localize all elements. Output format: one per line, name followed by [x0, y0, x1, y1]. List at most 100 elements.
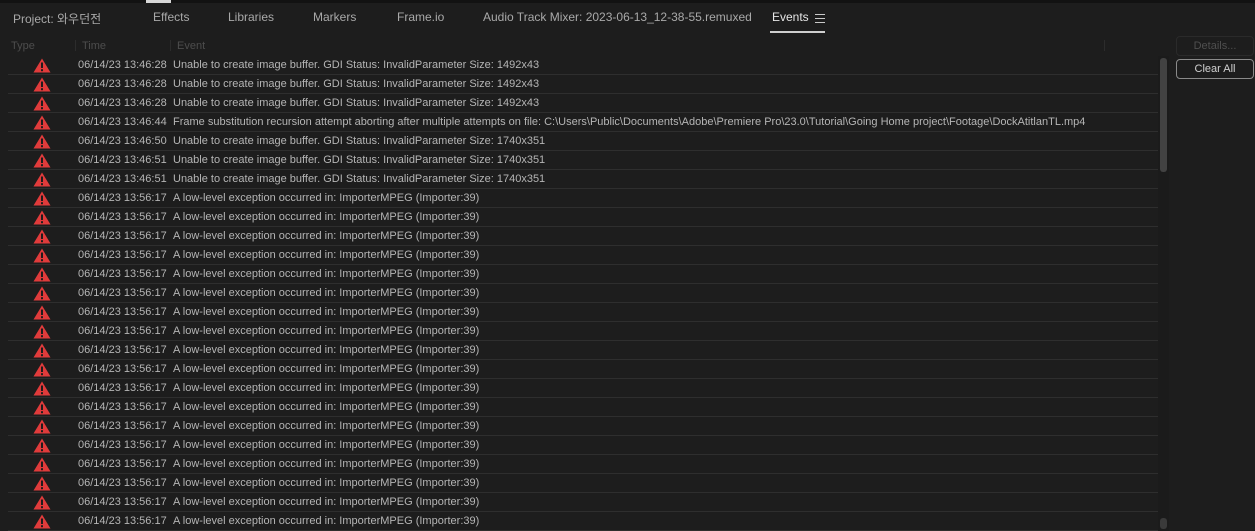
event-time: 06/14/23 13:46:28: [78, 78, 167, 90]
event-time: 06/14/23 13:46:28: [78, 59, 167, 71]
tab-events[interactable]: Events: [772, 10, 809, 24]
event-message: Frame substitution recursion attempt abo…: [173, 116, 1086, 128]
warning-icon: [33, 419, 51, 434]
scrollbar-thumb[interactable]: [1160, 58, 1167, 172]
tab-markers[interactable]: Markers: [313, 10, 356, 24]
event-time: 06/14/23 13:56:17: [78, 325, 167, 337]
event-time: 06/14/23 13:56:17: [78, 477, 167, 489]
event-time: 06/14/23 13:56:17: [78, 344, 167, 356]
event-message: A low-level exception occurred in: Impor…: [173, 344, 480, 356]
event-row[interactable]: 06/14/23 13:46:44 Frame substitution recu…: [8, 113, 1158, 132]
event-message: A low-level exception occurred in: Impor…: [173, 249, 480, 261]
warning-icon: [33, 134, 51, 149]
warning-icon: [33, 77, 51, 92]
warning-icon: [33, 476, 51, 491]
warning-icon: [33, 115, 51, 130]
warning-icon: [33, 153, 51, 168]
event-time: 06/14/23 13:46:50: [78, 135, 167, 147]
event-row[interactable]: 06/14/23 13:46:28 Unable to create image …: [8, 56, 1158, 75]
tab-audio-track-mixer[interactable]: Audio Track Mixer: 2023-06-13_12-38-55.r…: [483, 10, 752, 24]
warning-icon: [33, 267, 51, 282]
event-row[interactable]: 06/14/23 13:56:17 A low-level exception o…: [8, 379, 1158, 398]
events-list: 06/14/23 13:46:28 Unable to create image …: [8, 56, 1158, 531]
event-message: A low-level exception occurred in: Impor…: [173, 420, 480, 432]
event-row[interactable]: 06/14/23 13:56:17 A low-level exception o…: [8, 189, 1158, 208]
warning-icon: [33, 362, 51, 377]
event-message: A low-level exception occurred in: Impor…: [173, 363, 480, 375]
column-header-type[interactable]: Type: [11, 40, 35, 52]
warning-icon: [33, 343, 51, 358]
details-button[interactable]: Details...: [1176, 36, 1254, 56]
warning-icon: [33, 58, 51, 73]
event-row[interactable]: 06/14/23 13:46:28 Unable to create image …: [8, 75, 1158, 94]
scrollbar-end-thumb[interactable]: [1160, 518, 1167, 529]
event-row[interactable]: 06/14/23 13:46:51 Unable to create image …: [8, 151, 1158, 170]
event-row[interactable]: 06/14/23 13:56:17 A low-level exception o…: [8, 398, 1158, 417]
warning-icon: [33, 96, 51, 111]
event-row[interactable]: 06/14/23 13:46:50 Unable to create image …: [8, 132, 1158, 151]
active-tab-indicator: [770, 31, 825, 33]
event-time: 06/14/23 13:56:17: [78, 382, 167, 394]
event-row[interactable]: 06/14/23 13:56:17 A low-level exception o…: [8, 208, 1158, 227]
event-time: 06/14/23 13:56:17: [78, 192, 167, 204]
tab-effects[interactable]: Effects: [153, 10, 189, 24]
event-message: A low-level exception occurred in: Impor…: [173, 496, 480, 508]
clear-all-button[interactable]: Clear All: [1176, 59, 1254, 79]
event-message: A low-level exception occurred in: Impor…: [173, 515, 480, 527]
event-time: 06/14/23 13:56:17: [78, 420, 167, 432]
warning-icon: [33, 286, 51, 301]
event-row[interactable]: 06/14/23 13:56:17 A low-level exception o…: [8, 455, 1158, 474]
event-row[interactable]: 06/14/23 13:56:17 A low-level exception o…: [8, 322, 1158, 341]
event-time: 06/14/23 13:46:44: [78, 116, 167, 128]
tab-frameio[interactable]: Frame.io: [397, 10, 444, 24]
event-message: Unable to create image buffer. GDI Statu…: [173, 97, 540, 109]
event-time: 06/14/23 13:56:17: [78, 439, 167, 451]
tab-libraries[interactable]: Libraries: [228, 10, 274, 24]
event-message: Unable to create image buffer. GDI Statu…: [173, 59, 540, 71]
event-time: 06/14/23 13:46:51: [78, 173, 167, 185]
event-row[interactable]: 06/14/23 13:56:17 A low-level exception o…: [8, 417, 1158, 436]
event-row[interactable]: 06/14/23 13:56:17 A low-level exception o…: [8, 246, 1158, 265]
event-time: 06/14/23 13:46:51: [78, 154, 167, 166]
event-row[interactable]: 06/14/23 13:56:17 A low-level exception o…: [8, 303, 1158, 322]
event-row[interactable]: 06/14/23 13:56:17 A low-level exception o…: [8, 265, 1158, 284]
warning-icon: [33, 172, 51, 187]
column-divider[interactable]: [170, 40, 171, 51]
warning-icon: [33, 305, 51, 320]
warning-icon: [33, 514, 51, 529]
column-header-event[interactable]: Event: [177, 40, 205, 52]
event-row[interactable]: 06/14/23 13:56:17 A low-level exception o…: [8, 227, 1158, 246]
event-row[interactable]: 06/14/23 13:56:17 A low-level exception o…: [8, 493, 1158, 512]
event-time: 06/14/23 13:56:17: [78, 496, 167, 508]
warning-icon: [33, 400, 51, 415]
event-row[interactable]: 06/14/23 13:56:17 A low-level exception o…: [8, 284, 1158, 303]
event-message: Unable to create image buffer. GDI Statu…: [173, 78, 540, 90]
panel-menu-icon[interactable]: [815, 14, 825, 23]
column-header-time[interactable]: Time: [82, 40, 106, 52]
event-row[interactable]: 06/14/23 13:46:28 Unable to create image …: [8, 94, 1158, 113]
event-time: 06/14/23 13:46:28: [78, 97, 167, 109]
event-message: A low-level exception occurred in: Impor…: [173, 382, 480, 394]
warning-icon: [33, 191, 51, 206]
event-row[interactable]: 06/14/23 13:56:17 A low-level exception o…: [8, 341, 1158, 360]
event-row[interactable]: 06/14/23 13:56:17 A low-level exception o…: [8, 512, 1158, 531]
warning-icon: [33, 324, 51, 339]
event-time: 06/14/23 13:56:17: [78, 363, 167, 375]
event-message: A low-level exception occurred in: Impor…: [173, 325, 480, 337]
event-message: A low-level exception occurred in: Impor…: [173, 458, 480, 470]
tab-project[interactable]: Project: 와우던전: [13, 10, 101, 27]
event-time: 06/14/23 13:56:17: [78, 306, 167, 318]
event-message: A low-level exception occurred in: Impor…: [173, 268, 480, 280]
event-row[interactable]: 06/14/23 13:56:17 A low-level exception o…: [8, 474, 1158, 493]
event-row[interactable]: 06/14/23 13:46:51 Unable to create image …: [8, 170, 1158, 189]
column-divider[interactable]: [1104, 40, 1105, 51]
warning-icon: [33, 248, 51, 263]
warning-icon: [33, 381, 51, 396]
column-divider[interactable]: [75, 40, 76, 51]
event-row[interactable]: 06/14/23 13:56:17 A low-level exception o…: [8, 360, 1158, 379]
event-time: 06/14/23 13:56:17: [78, 458, 167, 470]
events-column-header: Type Time Event: [0, 37, 1170, 54]
warning-icon: [33, 438, 51, 453]
event-message: A low-level exception occurred in: Impor…: [173, 306, 480, 318]
event-row[interactable]: 06/14/23 13:56:17 A low-level exception o…: [8, 436, 1158, 455]
